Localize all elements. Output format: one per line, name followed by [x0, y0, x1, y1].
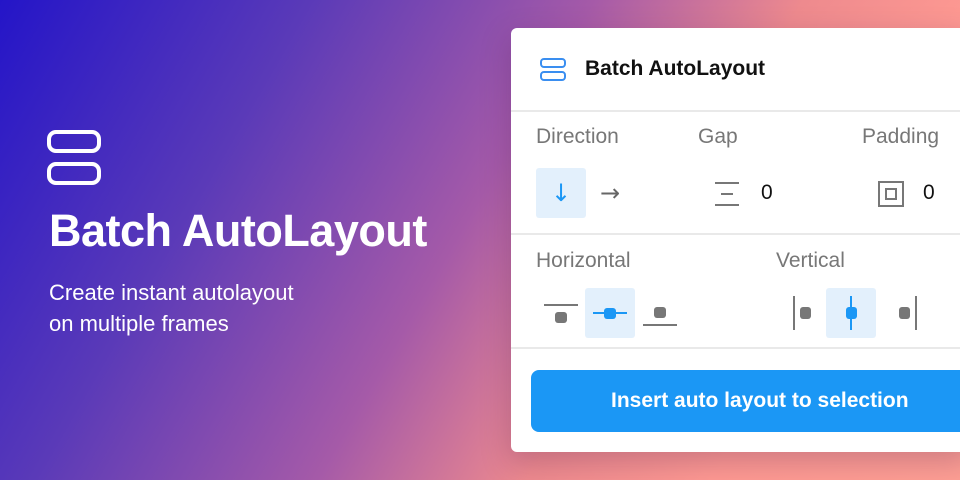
- panel-header: Batch AutoLayout: [511, 28, 960, 110]
- align-right-icon: [899, 296, 917, 330]
- hero-title: Batch AutoLayout: [49, 205, 427, 256]
- gap-value-input[interactable]: 0: [761, 181, 773, 205]
- align-bottom-button[interactable]: [635, 288, 685, 338]
- direction-down-button[interactable]: ↓: [536, 168, 586, 218]
- divider: [511, 233, 960, 235]
- hero-subtitle-line-1: Create instant autolayout: [49, 280, 294, 305]
- direction-right-button[interactable]: →: [585, 168, 635, 218]
- plugin-panel: Batch AutoLayout Direction ↓ → Gap 0 Pad…: [511, 28, 960, 452]
- arrow-down-icon: ↓: [550, 179, 572, 207]
- insert-auto-layout-button[interactable]: Insert auto layout to selection: [531, 370, 960, 432]
- padding-icon: [878, 181, 904, 207]
- align-top-button[interactable]: [536, 288, 586, 338]
- autolayout-icon: [540, 58, 566, 82]
- align-middle-button[interactable]: [585, 288, 635, 338]
- align-top-icon: [544, 304, 578, 323]
- direction-label: Direction: [536, 125, 619, 148]
- align-center-button[interactable]: [826, 288, 876, 338]
- panel-title: Batch AutoLayout: [585, 57, 766, 80]
- align-left-icon: [793, 296, 811, 330]
- arrow-right-icon: →: [599, 179, 621, 207]
- align-right-button[interactable]: [876, 288, 926, 338]
- align-left-button[interactable]: [776, 288, 826, 338]
- padding-value-input[interactable]: 0: [923, 181, 935, 205]
- gap-icon: [715, 182, 739, 206]
- align-bottom-icon: [643, 307, 677, 326]
- vertical-label: Vertical: [776, 249, 845, 272]
- divider: [511, 347, 960, 349]
- hero-subtitle-line-2: on multiple frames: [49, 311, 229, 336]
- align-middle-icon: [593, 308, 627, 319]
- autolayout-logo-icon: [47, 130, 101, 186]
- gap-label: Gap: [698, 125, 738, 148]
- horizontal-label: Horizontal: [536, 249, 631, 272]
- divider: [511, 110, 960, 112]
- align-center-icon: [846, 296, 857, 330]
- hero-subtitle: Create instant autolayout on multiple fr…: [49, 277, 369, 339]
- padding-label: Padding: [862, 125, 940, 148]
